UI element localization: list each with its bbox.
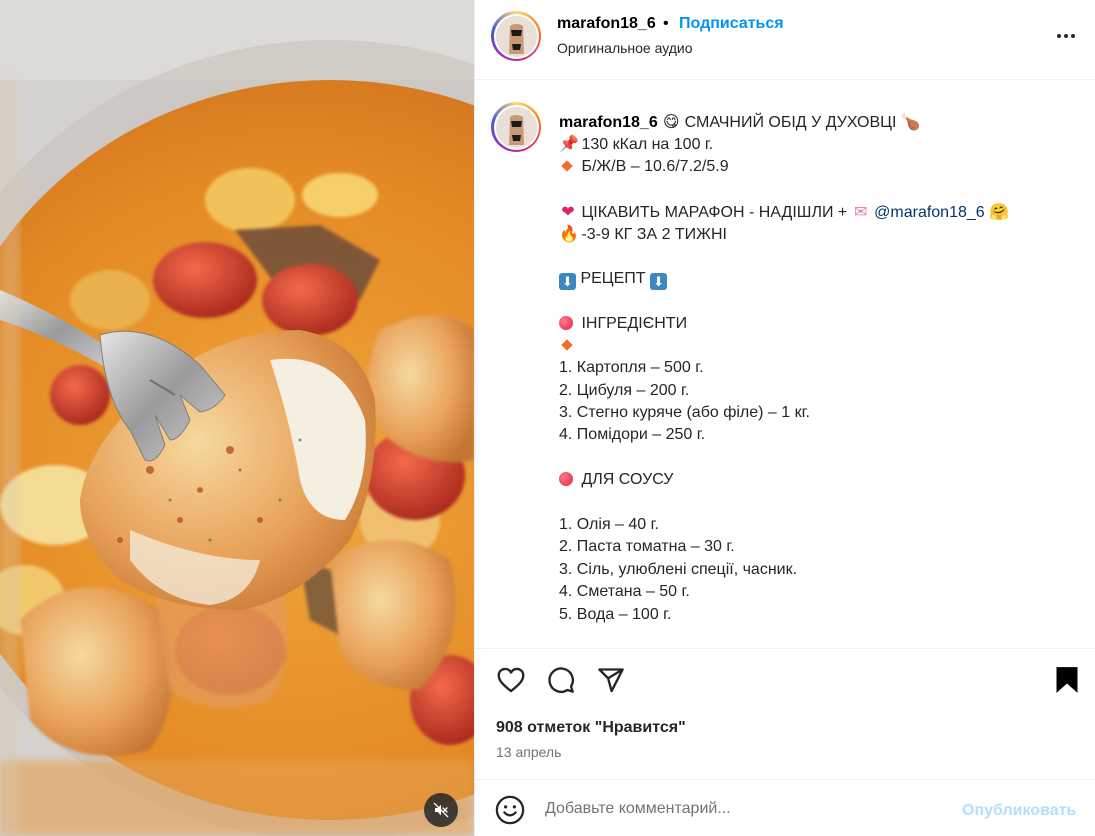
sauce-item: 4. Сметана – 50 г. [559,583,690,601]
save-button[interactable] [1051,664,1083,696]
post-detail-panel: marafon18_6 • Подписаться Оригинальное а… [474,0,1095,836]
red-circle-icon [559,472,573,487]
speaker-muted-icon [433,802,449,818]
more-horizontal-icon [1057,34,1075,38]
emoji-picker-button[interactable] [495,795,525,825]
more-options-button[interactable] [1051,24,1081,48]
ingredient-item: 2. Цибуля – 200 г. [559,381,690,399]
ingredient-item: 4. Помідори – 250 г. [559,426,706,444]
recipe-header: РЕЦЕПТ [580,269,646,287]
hugging-face-icon: 🤗 [989,201,1010,221]
sauce-item: 3. Сіль, улюблені спеції, часник. [559,560,798,578]
avatar-image [495,15,537,57]
author-avatar[interactable] [491,11,541,61]
audio-link[interactable]: Оригинальное аудио [557,40,693,56]
comments-section[interactable]: marafon18_6 😋 СМАЧНИЙ ОБІД У ДУХОВЦІ 🍗 📌… [475,81,1095,649]
post-caption: marafon18_6 😋 СМАЧНИЙ ОБІД У ДУХОВЦІ 🍗 📌… [559,111,1079,626]
sauce-header: ДЛЯ СОУСУ [581,471,674,489]
heart-icon: ❤ [561,201,575,221]
like-button[interactable] [495,664,527,696]
sauce-item: 5. Вода – 100 г. [559,605,672,623]
smiley-icon [495,795,525,825]
ingredient-item: 3. Стегно куряче (або філе) – 1 кг. [559,404,810,422]
down-arrow-icon: ⬇ [650,272,668,290]
post-actions [475,650,1095,710]
share-button[interactable] [595,664,627,696]
caption-avatar[interactable] [491,102,541,152]
add-comment-bar: Опубликовать [475,779,1095,836]
fire-icon: 🔥 [559,223,579,243]
grinning-face-icon: 😋 [662,112,680,131]
caption-username[interactable]: marafon18_6 [559,114,658,131]
caption-promo: ЦІКАВИТЬ МАРАФОН - НАДІШЛИ + [581,203,848,221]
ingredient-item: 1. Картопля – 500 г. [559,359,704,377]
bookmark-filled-icon [1056,667,1078,693]
caption-result: -3-9 КГ ЗА 2 ТИЖНІ [581,225,727,243]
red-circle-icon [559,315,573,330]
paper-plane-icon [598,668,624,693]
heart-outline-icon [497,667,525,693]
love-letter-icon: ✉ [853,201,868,221]
sauce-item: 2. Паста томатна – 30 г. [559,538,735,556]
post-header: marafon18_6 • Подписаться Оригинальное а… [475,0,1095,80]
sauce-item: 1. Олія – 40 г. [559,516,659,534]
author-username[interactable]: marafon18_6 [557,15,656,33]
comment-bubble-icon [548,667,574,693]
avatar-image [495,106,537,148]
follow-button[interactable]: Подписаться [679,15,784,33]
mute-button[interactable] [424,793,458,827]
food-photo [0,0,474,836]
caption-macros: Б/Ж/В – 10.6/7.2/5.9 [581,157,729,175]
caption-mention[interactable]: @marafon18_6 [874,204,985,221]
poultry-leg-icon: 🍗 [900,112,921,131]
orange-diamond-icon [561,160,573,172]
separator-dot: • [663,15,669,32]
comment-button[interactable] [545,664,577,696]
pushpin-icon: 📌 [559,134,579,154]
caption-title: СМАЧНИЙ ОБІД У ДУХОВЦІ [684,114,897,131]
post-video[interactable] [0,0,474,836]
ingredients-header: ІНГРЕДІЄНТИ [581,314,688,332]
orange-diamond-icon [561,339,573,351]
comment-input[interactable] [545,794,945,824]
caption-calories: 130 кКал на 100 г. [581,136,714,154]
likes-count[interactable]: 908 отметок "Нравится" [496,719,686,737]
publish-button[interactable]: Опубликовать [962,802,1076,820]
post-date[interactable]: 13 апрель [496,744,561,760]
down-arrow-icon: ⬇ [559,272,576,290]
